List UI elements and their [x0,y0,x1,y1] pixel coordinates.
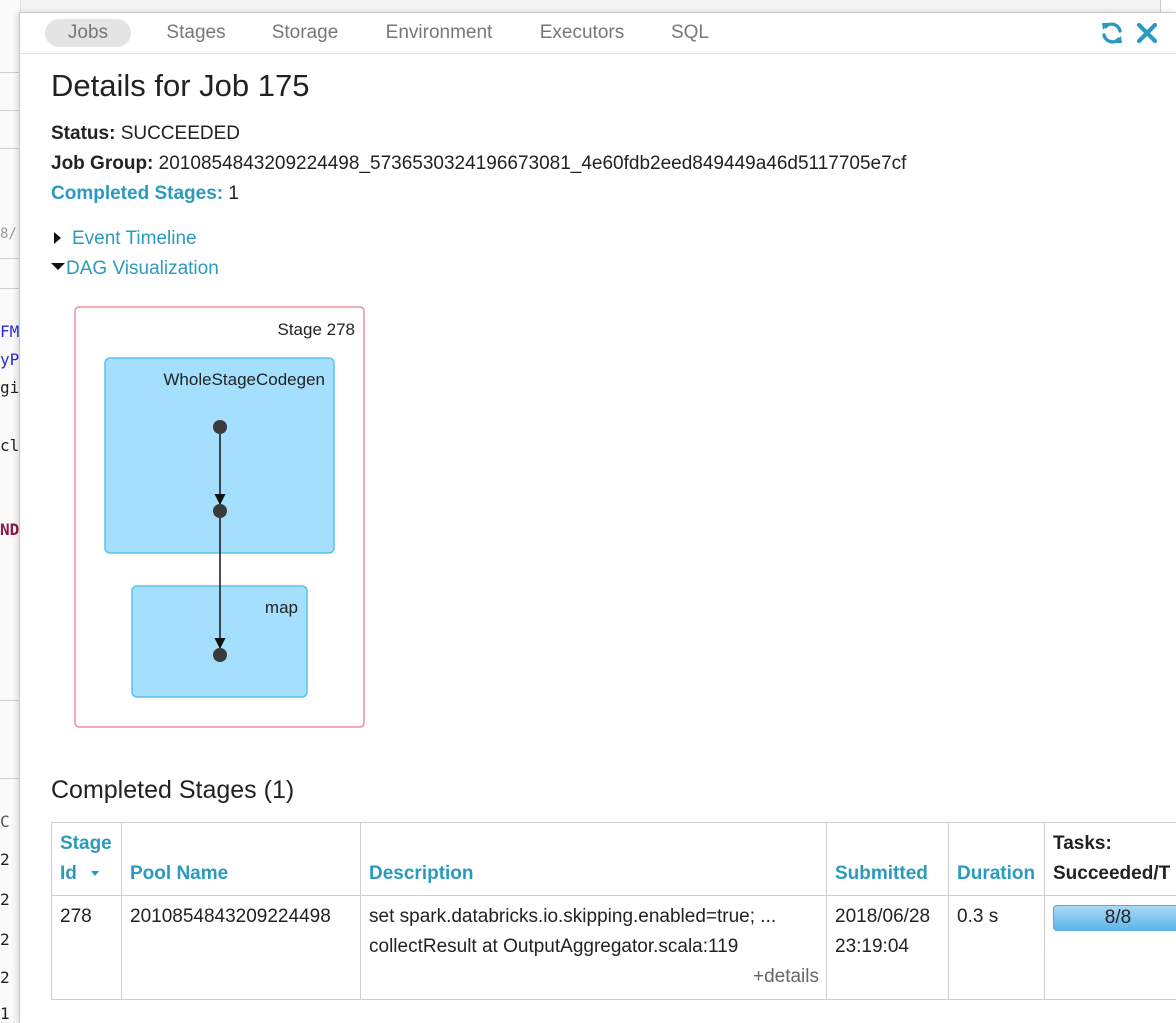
completed-stages-table: Stage Id Pool Name Description Submitted… [51,822,1176,1000]
header-stage-id-line1: Stage [60,833,112,854]
dag-node[interactable] [213,420,227,434]
cell-description-link[interactable]: collectResult at OutputAggregator.scala:… [369,932,738,962]
tab-sql[interactable]: SQL [664,19,716,47]
header-pool-name[interactable]: Pool Name [130,859,228,889]
header-tasks-line1: Tasks: [1053,833,1112,854]
bg-fragment: 2 [0,850,10,869]
divider [0,110,20,111]
header-submitted[interactable]: Submitted [835,859,928,889]
refresh-icon[interactable] [1099,20,1125,46]
header-description[interactable]: Description [369,859,474,889]
background-notebook: 8/ FMe yP gi cl ND C 2 2 2 2 1 [0,0,21,1023]
bg-fragment: 8/ [0,226,17,242]
divider [1044,823,1045,999]
divider [0,778,20,779]
wholestagecodegen-label: WholeStageCodegen [163,370,325,389]
divider [360,823,361,999]
bg-fragment: FMe [0,322,20,341]
completed-stages-heading: Completed Stages (1) [51,776,295,804]
bg-fragment: cl [0,436,20,455]
header-stage-id-text: Id [60,863,77,884]
header-tasks-line2: Succeeded/T [1053,863,1171,884]
tasks-progress-bar: 8/8 [1053,905,1176,931]
header-stage-id-line2: Id [60,859,112,889]
details-toggle[interactable]: +details [369,962,819,992]
divider [0,288,20,289]
cell-description: set spark.databricks.io.skipping.enabled… [369,906,777,927]
map-label: map [265,598,298,617]
cell-submitted-date: 2018/06/28 [835,906,931,927]
cell-submitted-time: 23:19:04 [835,936,909,957]
sort-desc-icon[interactable] [90,871,99,877]
header-tasks: Tasks: Succeeded/T [1053,829,1170,889]
divider [0,148,20,149]
header-duration[interactable]: Duration [957,859,1035,889]
divider [52,895,1176,896]
bg-fragment: C [0,812,10,831]
dag-node[interactable] [213,504,227,518]
spark-ui-panel: Jobs Stages Storage Environment Executor… [19,12,1176,1023]
divider [826,823,827,999]
close-icon[interactable] [1134,20,1160,46]
bg-fragment: 2 [0,968,10,987]
bg-fragment: ND [0,520,20,539]
divider [0,72,20,73]
bg-fragment: 2 [0,890,10,909]
divider [0,700,20,701]
bg-fragment: gi [0,378,20,397]
background-edge [1160,0,1176,12]
divider [0,258,20,259]
stage-label: Stage 278 [277,320,355,339]
bg-fragment: yP [0,350,20,369]
bg-fragment: 2 [0,930,10,949]
cell-duration: 0.3 s [957,906,999,927]
tab-environment[interactable]: Environment [376,19,502,47]
divider [121,823,122,999]
tab-executors[interactable]: Executors [532,19,632,47]
divider [948,823,949,999]
dag-visualization: Stage 278 WholeStageCodegen map [74,306,365,728]
dag-node[interactable] [213,648,227,662]
header-stage-id[interactable]: Stage Id [60,829,112,889]
cell-pool-name-link[interactable]: 2010854843209224498 [130,902,331,932]
cell-stage-id: 278 [60,906,92,927]
bg-fragment: 1 [0,1004,10,1023]
